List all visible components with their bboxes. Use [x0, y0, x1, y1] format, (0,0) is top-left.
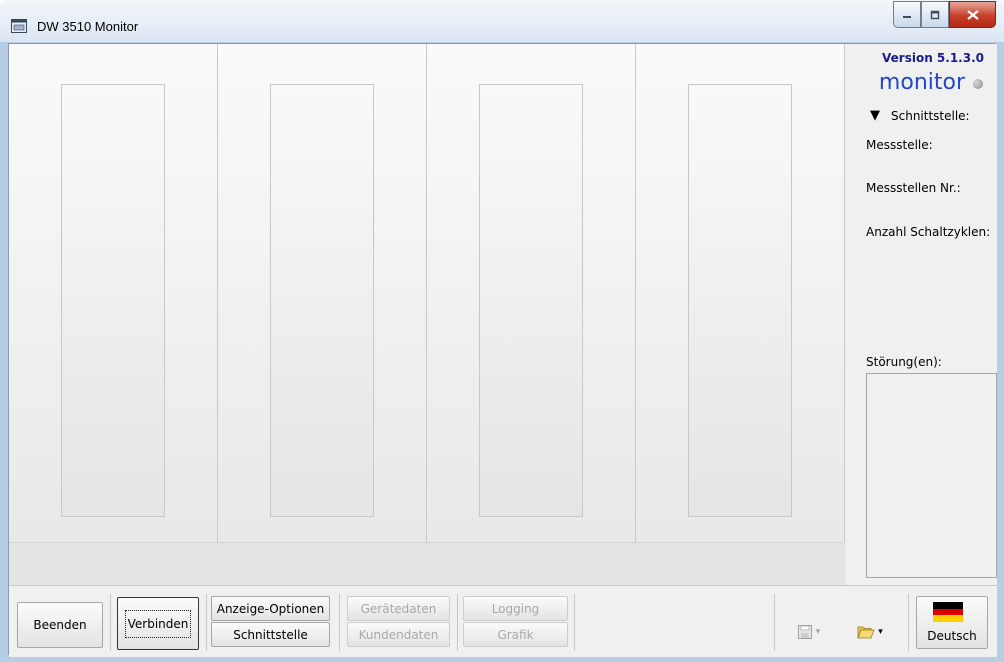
- minimize-icon: [903, 15, 911, 18]
- display-options-button[interactable]: Anzeige-Optionen: [211, 596, 330, 621]
- connect-label: Verbinden: [124, 609, 192, 638]
- connect-button[interactable]: Verbinden: [117, 597, 199, 650]
- channel-footer-4: [636, 542, 845, 586]
- close-button[interactable]: [949, 1, 996, 28]
- logging-label: Logging: [491, 601, 540, 616]
- client-area: Version 5.1.3.0 monitor ▼ Schnittstelle:…: [8, 43, 997, 657]
- german-flag-icon: [933, 602, 963, 622]
- open-button[interactable]: ▾: [845, 617, 895, 647]
- toolbar-separator: [457, 594, 458, 651]
- minimize-button[interactable]: [893, 1, 921, 28]
- device-data-button[interactable]: Gerätedaten: [347, 596, 450, 621]
- collapse-arrow-icon[interactable]: ▼: [870, 108, 880, 123]
- quit-label: Beenden: [33, 618, 87, 632]
- channel-footer-2: [218, 542, 427, 586]
- channel-gauge-4: [688, 84, 792, 517]
- language-button[interactable]: Deutsch: [916, 596, 988, 649]
- language-label: Deutsch: [927, 629, 977, 643]
- open-folder-icon: [857, 626, 875, 639]
- customer-data-button[interactable]: Kundendaten: [347, 622, 450, 647]
- channel-footer-3: [427, 542, 636, 586]
- floppy-disk-icon: [797, 625, 812, 639]
- maximize-button[interactable]: [921, 1, 949, 28]
- window-title: DW 3510 Monitor: [37, 19, 139, 34]
- faults-list[interactable]: [866, 373, 997, 578]
- channel-panel-4: [636, 44, 845, 586]
- channel-gauge-2: [270, 84, 374, 517]
- toolbar-separator: [339, 594, 340, 651]
- toolbar-separator: [206, 594, 207, 651]
- graphic-label: Grafik: [497, 627, 534, 642]
- interface-button[interactable]: Schnittstelle: [211, 622, 330, 647]
- channel-footer-1: [9, 542, 218, 586]
- toolbar-separator: [110, 594, 111, 651]
- channel-gauge-3: [479, 84, 583, 517]
- customer-data-label: Kundendaten: [358, 627, 439, 642]
- app-window: DW 3510 Monitor Version 5.1.3.0 monitor …: [0, 0, 1004, 662]
- channel-panel-1: [9, 44, 218, 586]
- close-icon: [966, 9, 979, 20]
- title-bar[interactable]: DW 3510 Monitor: [0, 0, 1004, 42]
- measuring-point-no-label: Messstellen Nr.:: [866, 181, 961, 195]
- save-button[interactable]: ▾: [784, 617, 834, 647]
- version-label: Version 5.1.3.0: [882, 51, 984, 65]
- interface-button-label: Schnittstelle: [233, 627, 308, 642]
- faults-label: Störung(en):: [866, 355, 942, 369]
- info-sidebar: Version 5.1.3.0 monitor ▼ Schnittstelle:…: [857, 44, 997, 585]
- status-led-icon: [973, 79, 983, 89]
- save-dropdown-icon[interactable]: ▾: [816, 627, 821, 637]
- app-window-icon: [11, 19, 27, 33]
- bottom-toolbar: Beenden Verbinden Anzeige-Optionen Schni…: [9, 585, 997, 657]
- interface-label: Schnittstelle:: [891, 109, 970, 123]
- channel-panel-3: [427, 44, 636, 586]
- device-data-label: Gerätedaten: [360, 601, 437, 616]
- logging-button[interactable]: Logging: [463, 596, 568, 621]
- channel-panels: [9, 44, 851, 586]
- channel-panel-2: [218, 44, 427, 586]
- switch-cycles-label: Anzahl Schaltzyklen:: [866, 225, 991, 239]
- open-dropdown-icon[interactable]: ▾: [878, 627, 883, 637]
- channel-gauge-1: [61, 84, 165, 517]
- toolbar-separator: [774, 594, 775, 651]
- toolbar-separator: [908, 594, 909, 651]
- maximize-icon: [930, 10, 940, 19]
- toolbar-separator: [574, 594, 575, 651]
- display-options-label: Anzeige-Optionen: [216, 601, 325, 616]
- graphic-button[interactable]: Grafik: [463, 622, 568, 647]
- measuring-point-label: Messstelle:: [866, 138, 933, 152]
- quit-button[interactable]: Beenden: [17, 602, 103, 648]
- monitor-logo: monitor: [878, 70, 965, 95]
